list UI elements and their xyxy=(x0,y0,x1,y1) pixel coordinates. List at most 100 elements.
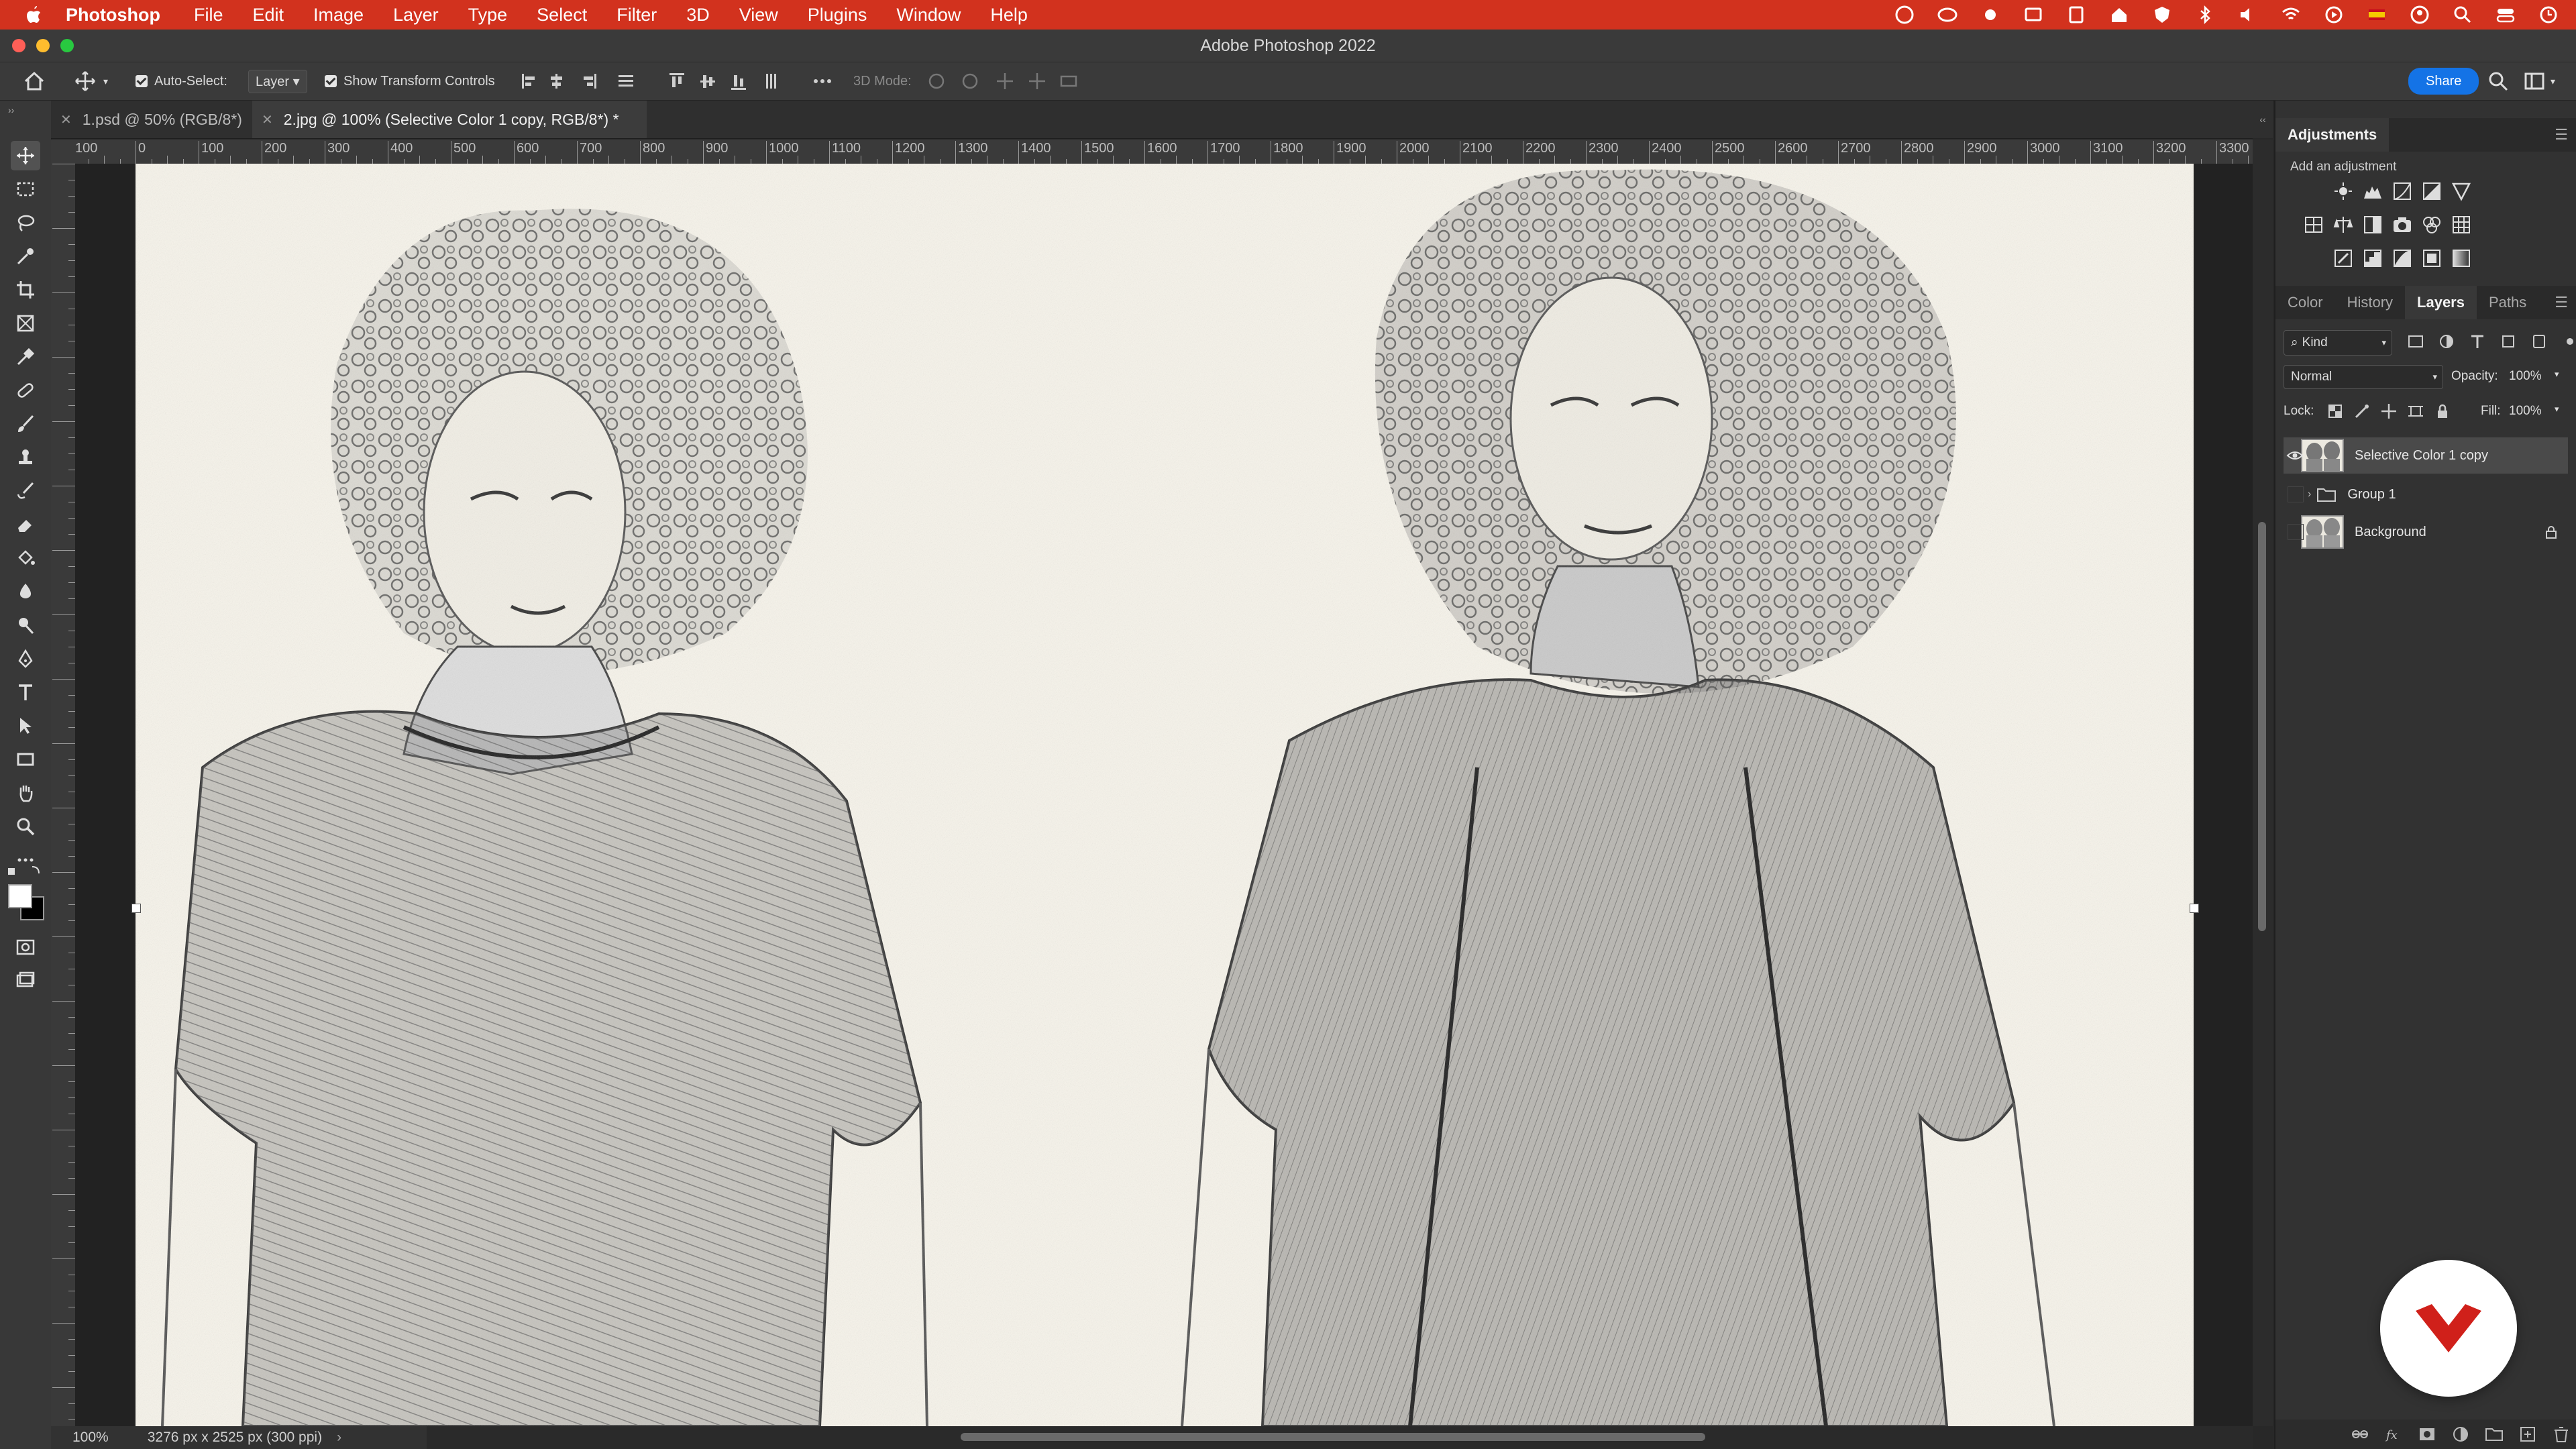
vertical-scrollbar[interactable] xyxy=(2253,140,2273,1426)
brush-tool-icon[interactable] xyxy=(11,409,40,439)
eyedropper-tool-icon[interactable] xyxy=(11,342,40,372)
lock-artboard-icon[interactable] xyxy=(2407,402,2424,420)
ruler-origin[interactable] xyxy=(51,140,75,164)
user-icon[interactable] xyxy=(2410,5,2430,25)
channel-mixer-icon[interactable] xyxy=(2422,215,2442,235)
move-tool-icon[interactable] xyxy=(11,141,40,170)
color-balance-icon[interactable] xyxy=(2333,215,2353,235)
menu-filter[interactable]: Filter xyxy=(616,5,657,25)
dodge-tool-icon[interactable] xyxy=(11,610,40,640)
chevron-right-icon[interactable]: › xyxy=(337,1430,341,1446)
clock-icon[interactable] xyxy=(2538,5,2559,25)
blur-tool-icon[interactable] xyxy=(11,577,40,606)
crop-tool-icon[interactable] xyxy=(11,275,40,305)
flag-icon[interactable] xyxy=(2367,5,2387,25)
bluetooth-icon[interactable] xyxy=(2195,5,2215,25)
frame-tool-icon[interactable] xyxy=(11,309,40,338)
close-window-button[interactable] xyxy=(12,39,25,52)
healing-brush-tool-icon[interactable] xyxy=(11,376,40,405)
creative-cloud-icon[interactable] xyxy=(1894,5,1915,25)
link-layers-icon[interactable] xyxy=(2351,1425,2369,1444)
tab-history[interactable]: History xyxy=(2335,286,2405,319)
search-icon[interactable] xyxy=(2487,62,2509,100)
share-button[interactable]: Share xyxy=(2408,68,2479,95)
wifi-icon[interactable] xyxy=(2281,5,2301,25)
curves-icon[interactable] xyxy=(2392,181,2412,201)
transform-handle-left[interactable] xyxy=(131,904,141,913)
levels-icon[interactable] xyxy=(2363,181,2383,201)
home-icon[interactable] xyxy=(23,62,46,100)
visibility-toggle-empty[interactable] xyxy=(2288,486,2304,502)
collapse-panel-icon[interactable]: ›› xyxy=(8,105,14,115)
layer-style-fx-icon[interactable]: fx xyxy=(2384,1425,2403,1444)
object-selection-tool-icon[interactable] xyxy=(11,241,40,271)
menu-view[interactable]: View xyxy=(739,5,778,25)
black-white-icon[interactable] xyxy=(2363,215,2383,235)
show-transform-controls-checkbox[interactable]: Show Transform Controls xyxy=(325,62,495,100)
chevron-right-icon[interactable]: › xyxy=(2308,488,2311,500)
horizontal-ruler[interactable]: 100 0 100 200 300 400 500 600 700 800 900 1000 1100 1… xyxy=(75,140,2253,164)
tab-color[interactable]: Color xyxy=(2275,286,2335,319)
cloud-sync-icon[interactable] xyxy=(1937,5,1957,25)
panel-menu-icon[interactable]: ☰ xyxy=(2555,126,2568,144)
move-tool-preset-picker[interactable]: ▾ xyxy=(74,62,108,100)
layer-row-group-1[interactable]: › Group 1 xyxy=(2284,476,2568,513)
vertical-ruler[interactable] xyxy=(51,164,76,1426)
brightness-contrast-icon[interactable] xyxy=(2333,181,2353,201)
filter-smart-object-icon[interactable] xyxy=(2530,333,2548,350)
auto-select-target-dropdown[interactable]: Layer ▾ xyxy=(248,62,307,100)
foreground-color-swatch[interactable] xyxy=(8,884,32,908)
exposure-icon[interactable] xyxy=(2422,181,2442,201)
photo-filter-icon[interactable] xyxy=(2392,215,2412,235)
menu-edit[interactable]: Edit xyxy=(253,5,284,25)
new-adjustment-layer-icon[interactable] xyxy=(2451,1425,2470,1444)
hand-tool-icon[interactable] xyxy=(11,778,40,808)
layer-row-selective-color-copy[interactable]: Selective Color 1 copy xyxy=(2284,437,2568,474)
doc-tab-2[interactable]: ✕ 2.jpg @ 100% (Selective Color 1 copy, … xyxy=(252,101,647,138)
eraser-tool-icon[interactable] xyxy=(11,510,40,539)
canvas-area[interactable] xyxy=(75,164,2253,1426)
workspace-switcher-icon[interactable]: ▾ xyxy=(2524,62,2555,100)
filter-pixel-layers-icon[interactable] xyxy=(2407,333,2424,350)
new-layer-icon[interactable] xyxy=(2518,1425,2537,1444)
zoom-tool-icon[interactable] xyxy=(11,812,40,841)
apple-logo-icon[interactable] xyxy=(24,5,43,25)
layer-row-background[interactable]: Background xyxy=(2284,514,2568,550)
transform-handle-right[interactable] xyxy=(2190,904,2199,913)
color-swatches[interactable] xyxy=(8,884,44,920)
volume-icon[interactable] xyxy=(2238,5,2258,25)
selective-color-icon[interactable] xyxy=(2422,248,2442,268)
vibrance-icon[interactable] xyxy=(2451,181,2471,201)
scroll-thumb[interactable] xyxy=(961,1433,1705,1441)
quick-mask-icon[interactable] xyxy=(11,932,40,962)
menu-file[interactable]: File xyxy=(194,5,223,25)
tab-layers[interactable]: Layers xyxy=(2405,286,2477,319)
layer-name[interactable]: Selective Color 1 copy xyxy=(2355,448,2488,464)
spotlight-search-icon[interactable] xyxy=(2453,5,2473,25)
zoom-level[interactable]: 100% xyxy=(72,1430,109,1446)
chevron-down-icon[interactable]: ▾ xyxy=(2555,369,2559,380)
zoom-window-button[interactable] xyxy=(60,39,74,52)
path-selection-tool-icon[interactable] xyxy=(11,711,40,741)
menu-image[interactable]: Image xyxy=(313,5,364,25)
tab-paths[interactable]: Paths xyxy=(2477,286,2538,319)
add-mask-icon[interactable] xyxy=(2418,1425,2436,1444)
visibility-toggle-empty[interactable] xyxy=(2288,524,2304,540)
filter-toggle-icon[interactable] xyxy=(2561,333,2576,350)
close-icon[interactable]: ✕ xyxy=(60,111,72,128)
gradient-map-icon[interactable] xyxy=(2451,248,2471,268)
filter-shape-layers-icon[interactable] xyxy=(2500,333,2517,350)
invert-icon[interactable] xyxy=(2333,248,2353,268)
filter-type-layers-icon[interactable] xyxy=(2469,333,2486,350)
menu-plugins[interactable]: Plugins xyxy=(808,5,867,25)
trash-icon[interactable] xyxy=(2552,1425,2571,1444)
home-app-icon[interactable] xyxy=(2109,5,2129,25)
align-distribute-icons[interactable] xyxy=(521,71,836,91)
layer-name[interactable]: Background xyxy=(2355,525,2426,540)
control-center-icon[interactable] xyxy=(2496,5,2516,25)
menu-app-name[interactable]: Photoshop xyxy=(66,5,160,25)
lock-image-pixels-icon[interactable] xyxy=(2353,402,2371,420)
close-icon[interactable]: ✕ xyxy=(262,111,273,128)
hue-saturation-icon[interactable] xyxy=(2304,215,2324,235)
lock-transparent-pixels-icon[interactable] xyxy=(2326,402,2344,420)
